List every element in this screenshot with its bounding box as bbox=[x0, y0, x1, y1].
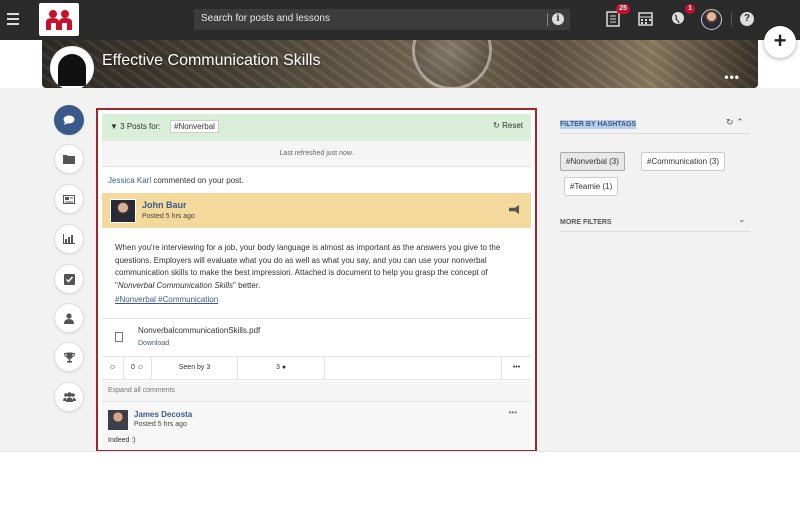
megaphone-icon bbox=[509, 205, 519, 214]
sidebar-item-lessons[interactable] bbox=[54, 184, 84, 214]
reset-button[interactable]: ↻ Reset bbox=[493, 121, 523, 130]
chat-bubble-icon bbox=[63, 115, 75, 125]
page-bottom-line bbox=[0, 451, 800, 452]
download-link[interactable]: Download bbox=[138, 340, 169, 347]
notifications-icon[interactable]: 25 bbox=[606, 4, 630, 27]
divider bbox=[560, 133, 750, 134]
create-post-button[interactable]: + bbox=[764, 26, 796, 58]
trophy-icon bbox=[63, 352, 75, 363]
sidebar-item-reports[interactable] bbox=[54, 224, 84, 254]
divider bbox=[560, 231, 750, 232]
comment-item: James Decosta Posted 5 hrs ago ••• Indee… bbox=[102, 401, 531, 450]
reset-label: Reset bbox=[502, 121, 523, 130]
globe-icon[interactable]: 1 bbox=[671, 4, 695, 27]
feed-panel: ▼ 3 Posts for: #Nonverbal ↻ Reset Last r… bbox=[96, 108, 537, 452]
post-timestamp: Posted 5 hrs ago bbox=[142, 213, 195, 220]
hashtag-filter-communication[interactable]: #Communication (3) bbox=[641, 152, 726, 171]
top-navigation-bar: Search for posts and lessons i 25 1 ? bbox=[0, 0, 800, 40]
hashtag-filter-nonverbal[interactable]: #Nonverbal (3) bbox=[560, 152, 625, 171]
help-icon[interactable]: ? bbox=[740, 12, 754, 26]
course-title: Effective Communication Skills bbox=[102, 52, 321, 69]
post-header: John Baur Posted 5 hrs ago bbox=[102, 193, 531, 228]
banner-more-button[interactable]: ••• bbox=[724, 70, 740, 84]
sidebar-item-members[interactable] bbox=[54, 382, 84, 412]
post-more-button[interactable]: ••• bbox=[502, 357, 531, 379]
post-hashtags: #Nonverbal #Communication bbox=[115, 295, 218, 304]
user-icon bbox=[64, 312, 74, 324]
filter-bar: ▼ 3 Posts for: #Nonverbal ↻ Reset bbox=[102, 114, 531, 141]
hashtag-filter-controls: ↻ ⌃ bbox=[726, 117, 744, 128]
notifications-badge: 25 bbox=[616, 4, 630, 14]
search-bar[interactable]: Search for posts and lessons i bbox=[194, 9, 570, 30]
sidebar-item-profile[interactable] bbox=[54, 303, 84, 333]
sidebar-item-achievements[interactable] bbox=[54, 342, 84, 372]
calendar-icon[interactable] bbox=[638, 11, 654, 27]
comment-bubble-icon: ● bbox=[281, 364, 287, 371]
hashtag-link[interactable]: #Nonverbal bbox=[115, 295, 156, 304]
comment-author-name[interactable]: James Decosta bbox=[134, 410, 192, 419]
expand-comments-link[interactable]: Expand all comments bbox=[102, 381, 531, 401]
course-logo bbox=[50, 46, 94, 88]
react-button[interactable]: ☺ bbox=[102, 357, 124, 379]
newspaper-icon bbox=[63, 194, 75, 204]
info-icon[interactable]: i bbox=[552, 13, 564, 25]
attachment-name[interactable]: NonverbalcommunicationSkills.pdf bbox=[138, 326, 260, 335]
hamburger-menu-icon[interactable] bbox=[7, 13, 19, 25]
refresh-icon: ↻ bbox=[493, 121, 500, 130]
sidebar-item-files[interactable] bbox=[54, 144, 84, 174]
search-input[interactable]: Search for posts and lessons bbox=[201, 13, 330, 24]
notification-line: Jessica Karl commented on your post. bbox=[108, 176, 244, 185]
user-avatar[interactable] bbox=[701, 9, 722, 30]
logo-icon bbox=[46, 9, 72, 30]
sidebar-item-tasks[interactable] bbox=[54, 264, 84, 294]
comment-count-button[interactable]: 3 ● bbox=[238, 357, 325, 379]
post-body-italic: Nonverbal Communication Skills bbox=[117, 280, 233, 290]
filter-icon: ▼ bbox=[110, 122, 118, 131]
checkbox-icon bbox=[63, 273, 75, 285]
post-body: When you're interviewing for a job, your… bbox=[115, 243, 501, 290]
comment-timestamp: Posted 5 hrs ago bbox=[134, 421, 187, 428]
action-spacer bbox=[325, 357, 502, 379]
comment-count: 3 bbox=[275, 364, 280, 371]
post-author-avatar[interactable] bbox=[110, 199, 136, 223]
bar-chart-icon bbox=[63, 234, 75, 244]
more-filters-toggle[interactable]: MORE FILTERS bbox=[560, 219, 612, 226]
hashtag-filter-teamie[interactable]: #Teamie (1) bbox=[564, 177, 619, 196]
search-divider bbox=[547, 13, 548, 26]
hashtag-link[interactable]: #Communication bbox=[158, 295, 218, 304]
app-logo[interactable] bbox=[39, 3, 79, 36]
notification-text: commented on your post. bbox=[151, 176, 244, 185]
post-author-name[interactable]: John Baur bbox=[142, 200, 187, 210]
sidebar-item-feed[interactable] bbox=[54, 105, 84, 135]
folder-icon bbox=[63, 155, 75, 164]
refresh-icon[interactable]: ↻ bbox=[726, 117, 734, 127]
active-filter-tag[interactable]: #Nonverbal bbox=[170, 120, 219, 133]
attachment-divider bbox=[102, 318, 531, 319]
notification-user-link[interactable]: Jessica Karl bbox=[108, 176, 151, 185]
filter-label: 3 Posts for: bbox=[120, 122, 161, 131]
comment-more-button[interactable]: ••• bbox=[509, 408, 517, 417]
filter-by-hashtags-heading: FILTER BY HASHTAGS bbox=[560, 120, 637, 129]
users-icon bbox=[62, 392, 76, 402]
last-refreshed-text: Last refreshed just now. bbox=[102, 141, 531, 167]
seen-by[interactable]: Seen by 3 bbox=[152, 357, 238, 379]
chevron-down-icon[interactable]: ⌄ bbox=[738, 214, 746, 225]
globe-badge: 1 bbox=[685, 4, 695, 14]
comment-text: Indeed :) bbox=[108, 437, 136, 444]
comment-author-avatar[interactable] bbox=[108, 410, 128, 430]
chevron-up-icon[interactable]: ⌃ bbox=[736, 117, 744, 127]
reaction-count[interactable]: 0 ☺ bbox=[124, 357, 152, 379]
topbar-divider bbox=[731, 12, 732, 27]
course-banner: Effective Communication Skills ••• bbox=[42, 40, 758, 88]
pdf-file-icon bbox=[115, 332, 123, 342]
post-actions-bar: ☺ 0 ☺ Seen by 3 3 ● ••• bbox=[102, 356, 531, 380]
